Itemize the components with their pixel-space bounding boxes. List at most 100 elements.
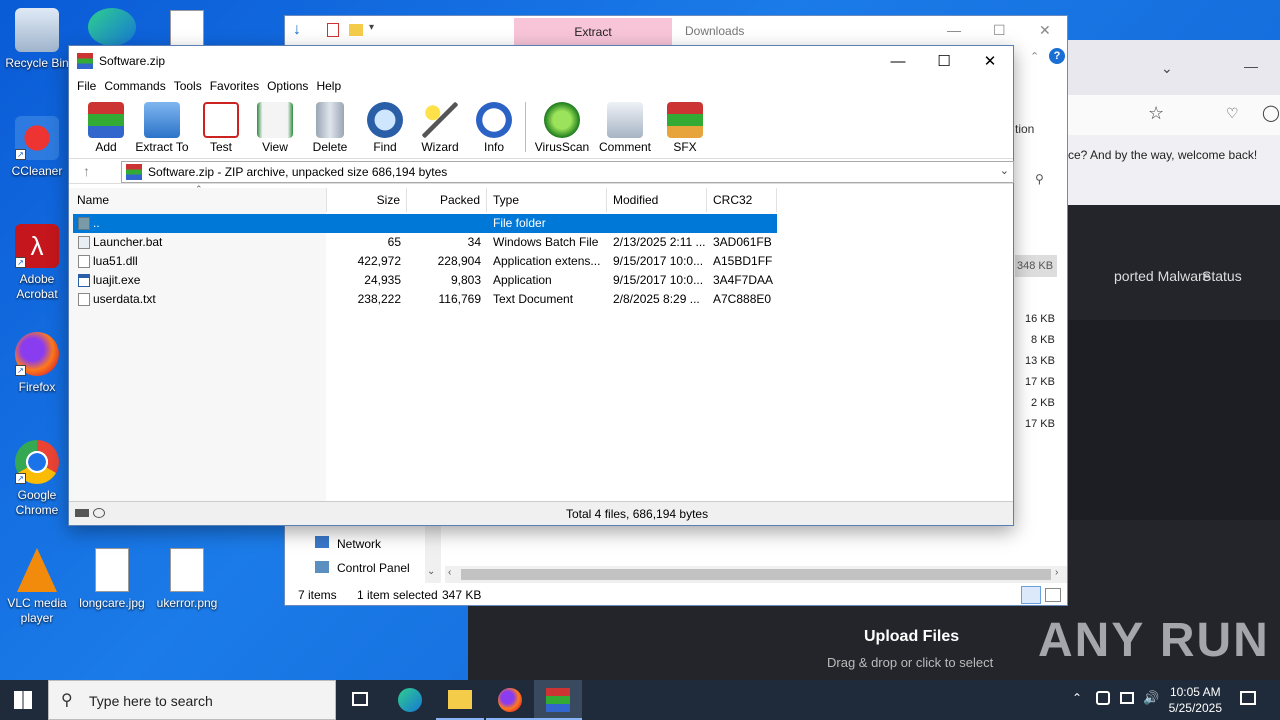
info-button[interactable]: Info <box>467 96 521 154</box>
task-view-button[interactable] <box>336 680 384 720</box>
nav-network[interactable]: Network <box>337 537 381 551</box>
desktop-icon-label: VLC media player <box>7 596 67 625</box>
column-header-name[interactable]: Name <box>69 188 327 212</box>
sfx-box-icon <box>667 102 703 138</box>
upload-title[interactable]: Upload Files <box>864 628 959 646</box>
chevron-right-icon[interactable]: › <box>1055 567 1058 578</box>
minimize-icon[interactable]: — <box>1244 58 1258 74</box>
help-icon[interactable]: ? <box>1049 48 1065 64</box>
close-icon[interactable]: ✕ <box>1039 22 1051 39</box>
taskbar-file-explorer[interactable] <box>436 680 484 720</box>
extract-to-button[interactable]: Extract To <box>129 96 195 154</box>
chevron-down-icon[interactable]: ▾ <box>369 22 374 33</box>
edge-desktop-icon[interactable] <box>88 8 136 46</box>
details-view-icon[interactable] <box>1021 586 1041 604</box>
desktop-icon-longcare[interactable]: longcare.jpg <box>76 548 148 611</box>
column-header-modified[interactable]: Modified <box>607 188 707 212</box>
file-list[interactable]: ⌃ Name Size Packed Type Modified CRC32 .… <box>69 184 1013 502</box>
network-icon[interactable] <box>1096 691 1110 705</box>
tab-extract[interactable]: Extract <box>514 18 672 46</box>
table-row[interactable]: luajit.exe 24,935 9,803 Application 9/15… <box>73 271 777 290</box>
maximize-icon[interactable]: ☐ <box>993 22 1006 39</box>
desktop-icon-google-chrome[interactable]: ↗ Google Chrome <box>1 440 73 518</box>
taskbar-clock[interactable]: 10:05 AM 5/25/2025 <box>1169 684 1222 716</box>
minimize-icon[interactable]: — <box>947 22 961 38</box>
taskbar-winrar[interactable] <box>534 680 582 720</box>
sfx-button[interactable]: SFX <box>656 96 714 154</box>
column-header-type[interactable]: Type <box>487 188 607 212</box>
download-arrow-icon[interactable]: ↓ <box>293 21 301 39</box>
folder-icon[interactable] <box>349 24 363 36</box>
horizontal-scrollbar[interactable]: ‹ › <box>445 566 1067 583</box>
display-icon[interactable] <box>1120 692 1134 704</box>
find-button[interactable]: Find <box>357 96 413 154</box>
cell-size: 238,222 <box>357 292 401 306</box>
column-header-packed[interactable]: Packed <box>407 188 487 212</box>
virusscan-button[interactable]: VirusScan <box>530 96 594 154</box>
desktop-icon-adobe-acrobat[interactable]: λ ↗ Adobe Acrobat <box>1 224 73 302</box>
nav-control-panel[interactable]: Control Panel <box>337 561 410 575</box>
view-button[interactable]: View <box>247 96 303 154</box>
extract-to-label: Extract To <box>135 140 189 154</box>
path-bar: ↑ Software.zip - ZIP archive, unpacked s… <box>69 158 1014 184</box>
menu-help[interactable]: Help <box>316 76 341 96</box>
search-icon[interactable]: ⚲ <box>1035 172 1044 186</box>
table-row[interactable]: userdata.txt 238,222 116,769 Text Docume… <box>73 290 777 309</box>
close-icon[interactable]: ✕ <box>967 49 1013 75</box>
properties-icon[interactable] <box>327 23 339 37</box>
menu-tools[interactable]: Tools <box>174 76 202 96</box>
chevron-down-icon[interactable]: ⌄ <box>427 566 435 577</box>
taskbar-firefox[interactable] <box>486 680 534 720</box>
cell-packed: 228,904 <box>437 254 481 268</box>
star-icon[interactable]: ☆ <box>1148 103 1164 124</box>
test-button[interactable]: Test <box>195 96 247 154</box>
maximize-icon[interactable]: ☐ <box>921 49 967 75</box>
volume-icon[interactable]: 🔊 <box>1143 690 1159 706</box>
chevron-down-icon[interactable]: ⌄ <box>1161 60 1173 77</box>
nav-item-malware[interactable]: ported Malware <box>1114 268 1211 284</box>
menu-favorites[interactable]: Favorites <box>210 76 259 96</box>
minimize-icon[interactable]: — <box>875 49 921 75</box>
add-button[interactable]: Add <box>83 96 129 154</box>
comment-button[interactable]: Comment <box>594 96 656 154</box>
wizard-label: Wizard <box>421 140 459 154</box>
desktop-icon-ccleaner[interactable]: ↗ CCleaner <box>1 116 73 179</box>
scrollbar-thumb[interactable] <box>461 569 1051 580</box>
large-icons-view-icon[interactable] <box>1045 588 1061 602</box>
notification-icon[interactable] <box>1240 691 1256 705</box>
pocket-icon[interactable]: ♡ <box>1226 105 1239 122</box>
path-field[interactable]: Software.zip - ZIP archive, unpacked siz… <box>121 161 1014 183</box>
window-title: Software.zip <box>99 54 166 68</box>
chevron-down-icon[interactable]: ⌄ <box>1000 164 1009 177</box>
taskbar-search[interactable]: ⚲ Type here to search <box>48 680 336 720</box>
desktop-icon-ukerror[interactable]: ukerror.png <box>151 548 223 611</box>
windows-start-icon[interactable] <box>14 691 32 709</box>
table-row[interactable]: Launcher.bat 65 34 Windows Batch File 2/… <box>73 233 777 252</box>
desktop-icon-recycle-bin[interactable]: Recycle Bin <box>1 8 73 71</box>
ribbon-text: tion <box>1015 122 1035 136</box>
task-view-icon <box>352 692 368 706</box>
wizard-button[interactable]: Wizard <box>413 96 467 154</box>
delete-button[interactable]: Delete <box>303 96 357 154</box>
column-header-size[interactable]: Size <box>327 188 407 212</box>
nav-item-status[interactable]: Status <box>1202 268 1242 284</box>
chevron-left-icon[interactable]: ‹ <box>448 567 451 578</box>
extract-folder-icon <box>144 102 180 138</box>
chevron-up-icon[interactable]: ⌃ <box>1030 50 1039 63</box>
chevron-up-icon[interactable]: ⌃ <box>1072 691 1082 705</box>
column-header-crc32[interactable]: CRC32 <box>707 188 777 212</box>
cell-modified: 2/8/2025 8:29 ... <box>613 292 700 306</box>
account-icon[interactable]: ◯ <box>1262 103 1280 123</box>
image-file-icon[interactable] <box>170 10 204 46</box>
menu-file[interactable]: File <box>77 76 96 96</box>
desktop-icon-firefox[interactable]: ↗ Firefox <box>1 332 73 395</box>
menu-commands[interactable]: Commands <box>104 76 165 96</box>
desktop-icon-vlc[interactable]: VLC media player <box>1 548 73 626</box>
table-row[interactable]: lua51.dll 422,972 228,904 Application ex… <box>73 252 777 271</box>
taskbar-edge[interactable] <box>386 680 434 720</box>
winrar-window[interactable]: Software.zip — ☐ ✕ File Commands Tools F… <box>68 45 1014 526</box>
up-arrow-icon[interactable]: ↑ <box>83 163 90 179</box>
desktop-icon-label: Firefox <box>18 380 56 394</box>
table-row[interactable]: .. File folder <box>73 214 777 233</box>
menu-options[interactable]: Options <box>267 76 308 96</box>
